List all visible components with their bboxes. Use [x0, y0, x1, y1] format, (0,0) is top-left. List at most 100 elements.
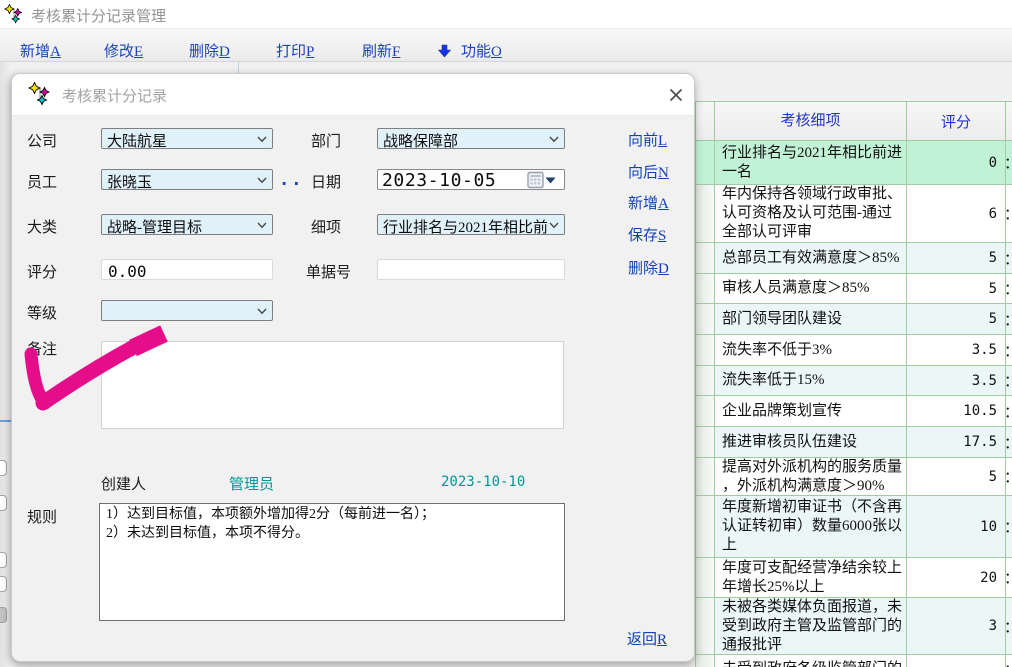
- item-cell[interactable]: 年内保持各领域行政审批、认可资格及认可范围-通过全部认可评审: [715, 185, 907, 243]
- grade-combobox[interactable]: [101, 300, 273, 321]
- score-cell[interactable]: 5: [907, 304, 1006, 335]
- row-indicator-cell[interactable]: [696, 243, 715, 274]
- company-combobox[interactable]: 大陆航星: [101, 128, 273, 149]
- row-indicator-cell[interactable]: [696, 185, 715, 243]
- extra-cell[interactable]: ：: [1006, 496, 1012, 558]
- toolbar-function-button[interactable]: 功能O: [461, 40, 502, 61]
- extra-cell[interactable]: ：: [1006, 598, 1012, 655]
- item-cell[interactable]: 流失率不低于3%: [715, 335, 907, 366]
- table-row[interactable]: 提高对外派机构的服务质量，外派机构满意度＞90%5：: [696, 458, 1012, 496]
- score-cell[interactable]: 5: [907, 274, 1006, 304]
- next-button[interactable]: 向后N: [628, 161, 669, 182]
- remark-textarea[interactable]: [101, 341, 564, 429]
- prev-button[interactable]: 向前L: [628, 129, 667, 150]
- item-cell[interactable]: 部门领导团队建设: [715, 304, 907, 335]
- score-cell[interactable]: 3: [907, 598, 1006, 655]
- item-cell[interactable]: 年度可支配经营净结余较上年增长25%以上: [715, 558, 907, 598]
- department-combobox[interactable]: 战略保障部: [377, 128, 565, 149]
- extra-cell[interactable]: ：: [1006, 366, 1012, 396]
- item-cell[interactable]: 流失率低于15%: [715, 366, 907, 396]
- dialog-title: 考核累计分记录: [62, 85, 167, 106]
- table-row[interactable]: 审核人员满意度＞85%5：: [696, 274, 1012, 304]
- score-cell[interactable]: 10.5: [907, 396, 1006, 427]
- extra-cell[interactable]: ：: [1006, 141, 1012, 185]
- row-indicator-cell[interactable]: [696, 458, 715, 496]
- table-row[interactable]: 总部员工有效满意度＞85%5：: [696, 243, 1012, 274]
- toolbar-refresh-button[interactable]: 刷新F: [362, 40, 400, 61]
- toolbar-add-button[interactable]: 新增A: [20, 40, 61, 61]
- doc-no-input[interactable]: [377, 259, 565, 280]
- item-cell[interactable]: 企业品牌策划宣传: [715, 396, 907, 427]
- toolbar-delete-button[interactable]: 删除D: [189, 40, 230, 61]
- row-indicator-cell[interactable]: [696, 366, 715, 396]
- table-row[interactable]: 行业排名与2021年相比前进一名0：: [696, 141, 1012, 185]
- background-left-strip: [0, 62, 11, 667]
- table-row[interactable]: 年内保持各领域行政审批、认可资格及认可范围-通过全部认可评审6：: [696, 185, 1012, 243]
- item-cell[interactable]: 推进审核员队伍建设: [715, 427, 907, 458]
- table-row[interactable]: 流失率不低于3%3.5：: [696, 335, 1012, 366]
- row-indicator-cell[interactable]: [696, 141, 715, 185]
- table-row[interactable]: 年度可支配经营净结余较上年增长25%以上20：: [696, 558, 1012, 598]
- extra-cell[interactable]: ：: [1006, 185, 1012, 243]
- employee-combobox[interactable]: 张晓玉: [101, 169, 273, 190]
- row-indicator-cell[interactable]: [696, 335, 715, 366]
- detail-label: 细项: [311, 216, 341, 237]
- score-cell[interactable]: 20: [907, 558, 1006, 598]
- item-cell[interactable]: 未受到政府各级监管部门的: [715, 655, 907, 667]
- back-button[interactable]: 返回R: [627, 628, 667, 649]
- table-row[interactable]: 年度新增初审证书（不含再认证转初审）数量6000张以上10：: [696, 496, 1012, 558]
- row-indicator-cell[interactable]: [696, 274, 715, 304]
- row-indicator-cell[interactable]: [696, 496, 715, 558]
- extra-cell[interactable]: ：: [1006, 335, 1012, 366]
- toolbar-edit-button[interactable]: 修改E: [104, 40, 143, 61]
- item-cell[interactable]: 提高对外派机构的服务质量，外派机构满意度＞90%: [715, 458, 907, 496]
- table-row[interactable]: 企业品牌策划宣传10.5：: [696, 396, 1012, 427]
- item-cell[interactable]: 行业排名与2021年相比前进一名: [715, 141, 907, 185]
- table-row[interactable]: 流失率低于15%3.5：: [696, 366, 1012, 396]
- score-cell[interactable]: 17.5: [907, 427, 1006, 458]
- extra-cell[interactable]: ：: [1006, 427, 1012, 458]
- score-cell[interactable]: 5: [907, 243, 1006, 274]
- close-icon[interactable]: [664, 83, 688, 107]
- table-row[interactable]: 部门领导团队建设5：: [696, 304, 1012, 335]
- table-row[interactable]: 未受到政府各级监管部门的 ：: [696, 655, 1012, 667]
- score-cell[interactable]: 10: [907, 496, 1006, 558]
- extra-cell[interactable]: ：: [1006, 396, 1012, 427]
- category-combobox[interactable]: 战略-管理目标: [101, 214, 273, 235]
- row-indicator-cell[interactable]: [696, 598, 715, 655]
- item-cell[interactable]: 未被各类媒体负面报道，未受到政府主管及监管部门的通报批评: [715, 598, 907, 655]
- table-row[interactable]: 未被各类媒体负面报道，未受到政府主管及监管部门的通报批评3：: [696, 598, 1012, 655]
- window-title: 考核累计分记录管理: [31, 5, 166, 26]
- extra-cell[interactable]: ：: [1006, 243, 1012, 274]
- score-cell[interactable]: 6: [907, 185, 1006, 243]
- creator-date: 2023-10-10: [441, 474, 525, 490]
- score-cell[interactable]: 5: [907, 458, 1006, 496]
- row-indicator-cell[interactable]: [696, 427, 715, 458]
- toolbar-print-button[interactable]: 打印P: [276, 40, 314, 61]
- detail-combobox[interactable]: 行业排名与2021年相比前: [377, 214, 565, 235]
- row-indicator-cell[interactable]: [696, 558, 715, 598]
- extra-cell[interactable]: ：: [1006, 458, 1012, 496]
- save-button[interactable]: 保存S: [628, 224, 666, 245]
- date-picker[interactable]: 2023-10-05: [377, 169, 565, 190]
- table-row[interactable]: 推进审核员队伍建设17.5：: [696, 427, 1012, 458]
- extra-cell[interactable]: ：: [1006, 274, 1012, 304]
- employee-browse-button[interactable]: ..: [279, 170, 303, 190]
- add-button[interactable]: 新增A: [628, 192, 669, 213]
- item-cell[interactable]: 审核人员满意度＞85%: [715, 274, 907, 304]
- extra-cell[interactable]: ：: [1006, 304, 1012, 335]
- item-cell[interactable]: 总部员工有效满意度＞85%: [715, 243, 907, 274]
- row-indicator-cell[interactable]: [696, 655, 715, 667]
- score-cell[interactable]: 3.5: [907, 366, 1006, 396]
- row-indicator-cell[interactable]: [696, 396, 715, 427]
- score-cell[interactable]: 3.5: [907, 335, 1006, 366]
- row-indicator-cell[interactable]: [696, 304, 715, 335]
- score-cell[interactable]: [907, 655, 1006, 667]
- extra-cell[interactable]: ：: [1006, 655, 1012, 667]
- item-cell[interactable]: 年度新增初审证书（不含再认证转初审）数量6000张以上: [715, 496, 907, 558]
- score-input[interactable]: 0.00: [101, 259, 273, 280]
- rule-textarea[interactable]: 1）达到目标值，本项额外增加得2分（每前进一名）； 2）未达到目标值，本项不得分…: [99, 503, 565, 621]
- score-cell[interactable]: 0: [907, 141, 1006, 185]
- extra-cell[interactable]: ：: [1006, 558, 1012, 598]
- delete-button[interactable]: 删除D: [628, 257, 669, 278]
